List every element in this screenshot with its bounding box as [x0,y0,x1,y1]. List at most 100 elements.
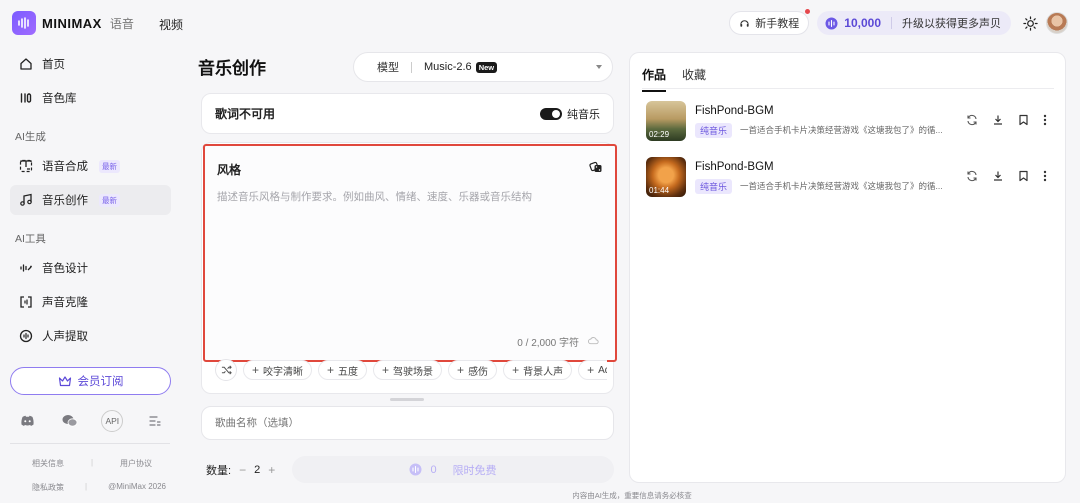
style-tag-label: Ad- [598,364,607,376]
vocal-extract-icon [19,329,33,343]
plus-icon: + [457,363,465,377]
pure-music-toggle-group: 纯音乐 [540,106,600,122]
work-actions [966,170,1047,182]
section-ai-tools: AI工具 [15,233,46,245]
docs-list-icon[interactable] [144,410,166,432]
nav-video[interactable]: 视频 [159,16,183,33]
discord-icon[interactable] [16,410,38,432]
credits-pill[interactable]: 10,000 升级以获得更多声贝 [817,11,1011,35]
style-title: 风格 [217,163,242,177]
logo-waveform-icon [12,11,36,35]
plus-icon[interactable]: + [268,463,275,477]
link-about[interactable]: 相关信息 [32,458,64,469]
work-item[interactable]: 01:44 FishPond-BGM 纯音乐 一首适合手机卡片决策经营游戏《这塘… [646,157,1056,199]
section-ai-generation: AI生成 [15,131,46,143]
model-new-tag: New [475,61,498,73]
download-icon[interactable] [992,170,1004,182]
headset-icon [740,19,750,27]
model-divider [411,61,412,73]
page-title: 音乐创作 [198,59,266,78]
ai-disclaimer: 内容由AI生成，重要信息请务必核查 [572,491,692,500]
library-icon [19,91,33,105]
generate-cost: 0 [430,463,437,476]
model-select[interactable]: 模型 Music-2.6 New [353,52,613,82]
style-tag[interactable]: + 咬字清晰 [243,360,313,380]
vip-subscribe-button[interactable]: 会员订阅 [10,367,171,395]
style-tag[interactable]: + 背景人声 [503,360,573,380]
api-icon[interactable]: API [101,410,124,432]
link-terms[interactable]: 用户协议 [120,458,152,469]
sidebar-item-voice-design[interactable]: 音色设计 [10,253,171,283]
tutorial-button[interactable]: 新手教程 [729,9,811,35]
top-bar: MINIMAX 语音 视频 新手教程 10,000 升级以获得更多声贝 [0,0,1080,46]
cloud-save-icon [588,334,599,348]
credits-divider [891,17,892,29]
link-separator: | [90,458,94,467]
sidebar-item-vocal-extract[interactable]: 人声提取 [10,321,171,351]
new-badge: 最新 [99,193,120,207]
sidebar-item-tts[interactable]: 语音合成 最新 [10,151,171,181]
style-tag[interactable]: + 五度 [318,360,368,380]
style-tag[interactable]: +Ad- [578,360,607,380]
work-actions [966,114,1047,126]
theme-toggle-sun-icon[interactable] [1023,15,1038,31]
logo[interactable]: MINIMAX 语音 [12,11,134,35]
model-label: 模型 [377,62,399,74]
work-duration: 02:29 [649,130,670,139]
resize-handle[interactable] [390,398,424,401]
sidebar-item-voice-library[interactable]: 音色库 [10,83,171,113]
quantity-value: 2 [254,464,261,476]
voice-design-icon [19,261,33,275]
dice-random-icon[interactable] [589,160,603,177]
works-panel: 作品 收藏 02:29 FishPond-BGM 纯音乐 一首适合手机卡片决策经… [629,52,1066,483]
work-tag: 纯音乐 [695,123,733,138]
style-tag-label: 驾驶场景 [393,366,434,378]
minus-icon[interactable]: − [239,463,246,477]
song-name-input[interactable] [201,406,614,440]
plus-icon: + [252,363,260,377]
style-tag-label: 咬字清晰 [263,366,304,378]
credits-count: 10,000 [844,16,881,30]
work-tag: 纯音乐 [695,179,733,194]
sidebar-item-label: 首页 [42,59,65,71]
more-vertical-icon[interactable] [1043,170,1047,182]
download-icon[interactable] [992,114,1004,126]
style-tag[interactable]: + 驾驶场景 [373,360,443,380]
plus-icon: + [382,363,390,377]
sidebar-item-label: 语音合成 [42,161,88,173]
wechat-icon[interactable] [59,410,81,432]
sidebar-item-voice-clone[interactable]: 声音克隆 [10,287,171,317]
sidebar-item-home[interactable]: 首页 [10,49,171,79]
vip-label: 会员订阅 [77,376,124,388]
pure-music-toggle[interactable] [540,107,562,120]
bookmark-icon[interactable] [1018,114,1029,126]
work-cover[interactable]: 01:44 [646,157,686,197]
more-vertical-icon[interactable] [1043,114,1047,126]
remix-icon[interactable] [966,170,978,182]
work-cover[interactable]: 02:29 [646,101,686,141]
plus-icon: + [587,363,595,377]
user-avatar[interactable] [1046,12,1068,34]
remix-icon[interactable] [966,114,978,126]
generate-button[interactable]: 0 限时免费 [292,456,614,483]
lyrics-card: 歌词不可用 纯音乐 [201,93,614,134]
shuffle-icon[interactable] [215,359,237,381]
tutorial-label: 新手教程 [755,18,800,30]
work-title: FishPond-BGM [695,105,774,117]
sidebar-item-label: 人声提取 [42,331,88,343]
style-tags-row: +咬字清晰 +五度 +驾驶场景 +感伤 +背景人声 +Ad- [215,359,607,381]
upgrade-link[interactable]: 升级以获得更多声贝 [902,15,1001,31]
text-to-speech-icon [19,159,33,173]
style-card: 风格 描述音乐风格与制作要求。例如曲风、情绪、速度、乐器或音乐结构 0 / 2,… [201,142,617,394]
voice-clone-icon [19,295,33,309]
style-input-area[interactable]: 风格 描述音乐风格与制作要求。例如曲风、情绪、速度、乐器或音乐结构 0 / 2,… [203,144,617,362]
work-item[interactable]: 02:29 FishPond-BGM 纯音乐 一首适合手机卡片决策经营游戏《这塘… [646,101,1056,143]
quantity-label: 数量: [206,465,232,477]
work-description: 一首适合手机卡片决策经营游戏《这塘我包了》的循... [740,125,943,135]
bookmark-icon[interactable] [1018,170,1029,182]
quantity-stepper: 数量: − 2 + [206,462,275,478]
sidebar-item-music[interactable]: 音乐创作 最新 [10,185,171,215]
sidebar-item-label: 音色设计 [42,263,88,275]
brand-product[interactable]: 语音 [110,15,134,32]
style-tag[interactable]: + 感伤 [448,360,498,380]
